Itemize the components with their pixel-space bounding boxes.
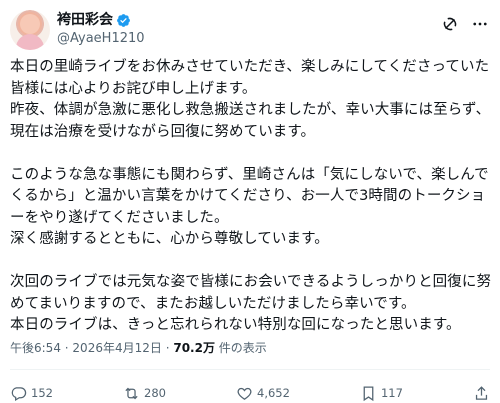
divider <box>10 369 490 370</box>
grok-icon[interactable] <box>440 14 460 34</box>
tweet-header: 袴田彩会 @AyaeH1210 <box>10 8 490 52</box>
reply-count: 152 <box>31 386 53 400</box>
action-bar: 152 280 4,652 117 <box>10 383 490 403</box>
display-name[interactable]: 袴田彩会 <box>57 11 113 29</box>
bookmark-icon <box>363 385 374 401</box>
handle[interactable]: @AyaeH1210 <box>57 31 145 47</box>
avatar[interactable] <box>10 10 50 50</box>
top-actions <box>440 14 490 34</box>
tweet-paragraph: 次回のライブでは元気な姿で皆様にお会いできるようしっかりと回復に努めてまいります… <box>10 274 492 312</box>
tweet-paragraph: 昨夜、体調が急激に悪化し救急搬送されましたが、幸い大事には至らず、現在は治療を受… <box>10 102 491 140</box>
more-icon[interactable] <box>470 14 490 34</box>
tweet-paragraph: 本日の里崎ライブをお休みさせていただき、楽しみにしてくださっていた皆様には心より… <box>10 59 490 97</box>
retweet-button[interactable]: 280 <box>123 385 166 402</box>
share-icon <box>475 385 488 400</box>
view-label: 件の表示 <box>218 341 267 355</box>
like-count: 4,652 <box>257 386 290 400</box>
like-icon <box>237 387 252 400</box>
tweet-paragraph: 深く感謝するとともに、心から尊敬しています。 <box>10 231 329 247</box>
verified-badge-icon <box>117 13 130 27</box>
tweet-text: 本日の里崎ライブをお休みさせていただき、楽しみにしてくださっていた皆様には心より… <box>10 57 492 337</box>
tweet-date[interactable]: 2026年4月12日 <box>72 341 161 355</box>
name-row: 袴田彩会 <box>57 11 131 29</box>
tweet-meta: 午後6:54 · 2026年4月12日 · 70.2万 件の表示 <box>10 340 267 356</box>
view-count: 70.2万 <box>173 341 215 355</box>
tweet-paragraph: このような急な事態にも関わらず、里崎さんは「気にしないで、楽しんでくるから」と温… <box>10 166 489 226</box>
bookmark-button[interactable]: 117 <box>360 385 403 402</box>
reply-button[interactable]: 152 <box>10 385 53 402</box>
reply-icon <box>11 386 27 401</box>
tweet-paragraph: 本日のライブは、きっと忘れられない特別な回になったと思います。 <box>10 317 461 333</box>
bookmark-count: 117 <box>380 386 403 400</box>
tweet-time[interactable]: 午後6:54 <box>10 341 61 355</box>
like-button[interactable]: 4,652 <box>236 385 290 402</box>
share-button[interactable] <box>473 385 490 402</box>
retweet-icon <box>125 387 138 399</box>
retweet-count: 280 <box>144 386 166 400</box>
